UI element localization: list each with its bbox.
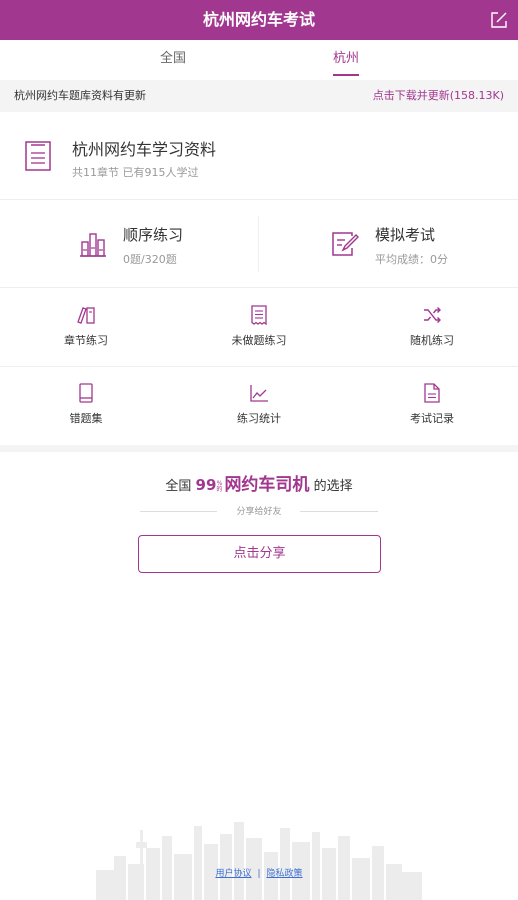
privacy-policy-link[interactable]: 隐私政策 [267,869,303,879]
chart-line-icon [250,385,268,402]
exam-records-button[interactable]: 考试记录 [346,367,518,445]
chapter-practice-label: 章节练习 [64,334,108,347]
sequential-practice-progress: 0题/320题 [123,253,177,266]
tab-hangzhou-label: 杭州 [332,51,359,66]
feature-grid-row-1: 章节练习 未做题练习 随机练习 [0,289,518,367]
wrong-questions-label: 错题集 [69,412,103,425]
share-section: 全国 99% 的网约车司机 的选择 分享给好友 点击分享 [0,452,518,602]
unanswered-practice-button[interactable]: 未做题练习 [173,289,345,367]
slogan-prefix: 全国 [165,479,192,494]
random-practice-label: 随机练习 [410,334,454,347]
update-notice-text: 杭州网约车题库资料有更新 [14,89,146,102]
practice-statistics-label: 练习统计 [237,412,281,425]
share-caption: 分享给好友 [236,507,282,517]
share-caption-line-right [300,511,378,512]
city-skyline-illustration [96,822,422,900]
receipt-icon [251,305,267,325]
active-tab-indicator [333,74,359,76]
slogan-percent-bottom: 的 [216,485,223,493]
book-pen-icon [77,307,95,324]
footer-links: 用户协议 | 隐私政策 [0,866,518,879]
share-button[interactable]: 点击分享 [138,535,381,573]
exam-records-label: 考试记录 [410,412,454,425]
practice-section: 顺序练习 0题/320题 模拟考试 平均成绩：0分 [0,200,518,288]
sequential-practice-title: 顺序练习 [123,226,184,244]
slogan-brand: 网约车司机 [224,475,310,495]
footer-separator: | [257,869,261,879]
exam-edit-icon [332,232,359,256]
mock-exam-average-score: 平均成绩：0分 [375,253,448,266]
study-materials-card[interactable]: 杭州网约车学习资料 共11章节 已有915人学过 [0,112,518,200]
practice-statistics-button[interactable]: 练习统计 [173,367,345,445]
study-subtitle: 共11章节 已有915人学过 [72,166,199,179]
update-notice: 杭州网约车题库资料有更新 点击下载并更新(158.13K) [0,80,518,112]
bars-icon [80,233,106,257]
tab-hangzhou[interactable]: 杭州 [306,40,386,78]
unanswered-practice-label: 未做题练习 [231,334,287,347]
slogan-number: 99 [195,476,217,494]
document-icon [25,141,51,171]
slogan-percent: % 的 [216,480,223,493]
mock-exam-title: 模拟考试 [375,226,436,244]
tab-national[interactable]: 全国 [133,40,213,78]
user-agreement-link[interactable]: 用户协议 [215,869,251,879]
study-title: 杭州网约车学习资料 [72,140,217,159]
share-slogan: 全国 99% 的网约车司机 的选择 [0,470,518,495]
download-update-link[interactable]: 点击下载并更新(158.13K) [373,80,504,112]
edit-icon[interactable] [490,11,508,29]
slogan-suffix: 的选择 [313,479,353,494]
page-title: 杭州网约车考试 [202,10,315,29]
random-practice-button[interactable]: 随机练习 [346,289,518,367]
section-separator [0,445,518,452]
feature-grid-row-2: 错题集 练习统计 考试记录 [0,367,518,445]
practice-divider [258,216,259,272]
shuffle-icon [424,307,441,323]
app-header: 杭州网约车考试 [0,0,518,40]
region-tabs: 全国 杭州 [0,40,518,78]
wrong-questions-button[interactable]: 错题集 [0,367,172,445]
file-icon [424,383,440,403]
notebook-icon [79,383,93,403]
chapter-practice-button[interactable]: 章节练习 [0,289,172,367]
